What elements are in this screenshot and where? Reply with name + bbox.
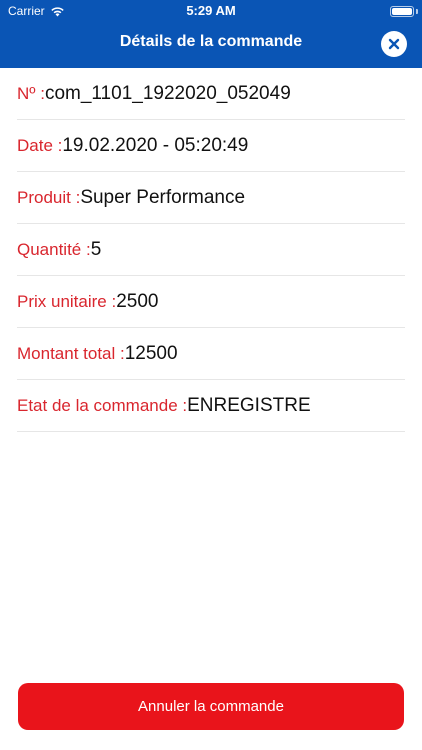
status-bar: Carrier 5:29 AM [0,0,422,24]
order-number-label: Nº : [17,83,45,103]
status-time: 5:29 AM [186,3,236,18]
order-status-label: Etat de la commande : [17,395,188,415]
order-details-list: Nº : com_1101_1922020_052049 Date : 19.0… [17,68,405,432]
close-icon [388,38,400,50]
battery-icon [390,6,414,17]
order-number-row: Nº : com_1101_1922020_052049 [17,68,405,120]
total-amount-value: 12500 [124,342,178,364]
close-button[interactable] [381,31,407,57]
order-status-row: Etat de la commande : ENREGISTRE [17,380,405,432]
order-date-label: Date : [17,135,63,155]
order-details-screen: Carrier 5:29 AM Détails de la commande N… [0,0,422,750]
battery-tip [416,9,418,14]
unit-price-value: 2500 [116,290,159,312]
cancel-order-button[interactable]: Annuler la commande [18,683,404,730]
order-date-row: Date : 19.02.2020 - 05:20:49 [17,120,405,172]
order-date-value: 19.02.2020 - 05:20:49 [62,134,249,156]
product-row: Produit : Super Performance [17,172,405,224]
unit-price-label: Prix unitaire : [17,291,117,311]
total-amount-label: Montant total : [17,343,125,363]
total-amount-row: Montant total : 12500 [17,328,405,380]
unit-price-row: Prix unitaire : 2500 [17,276,405,328]
product-value: Super Performance [80,186,246,208]
quantity-value: 5 [90,238,102,260]
product-label: Produit : [17,187,81,207]
order-number-value: com_1101_1922020_052049 [44,82,291,104]
order-status-value: ENREGISTRE [187,394,311,416]
battery-level [392,8,412,15]
page-title: Détails de la commande [119,33,303,50]
quantity-label: Quantité : [17,239,91,259]
navigation-bar: Carrier 5:29 AM Détails de la commande [0,0,422,68]
quantity-row: Quantité : 5 [17,224,405,276]
